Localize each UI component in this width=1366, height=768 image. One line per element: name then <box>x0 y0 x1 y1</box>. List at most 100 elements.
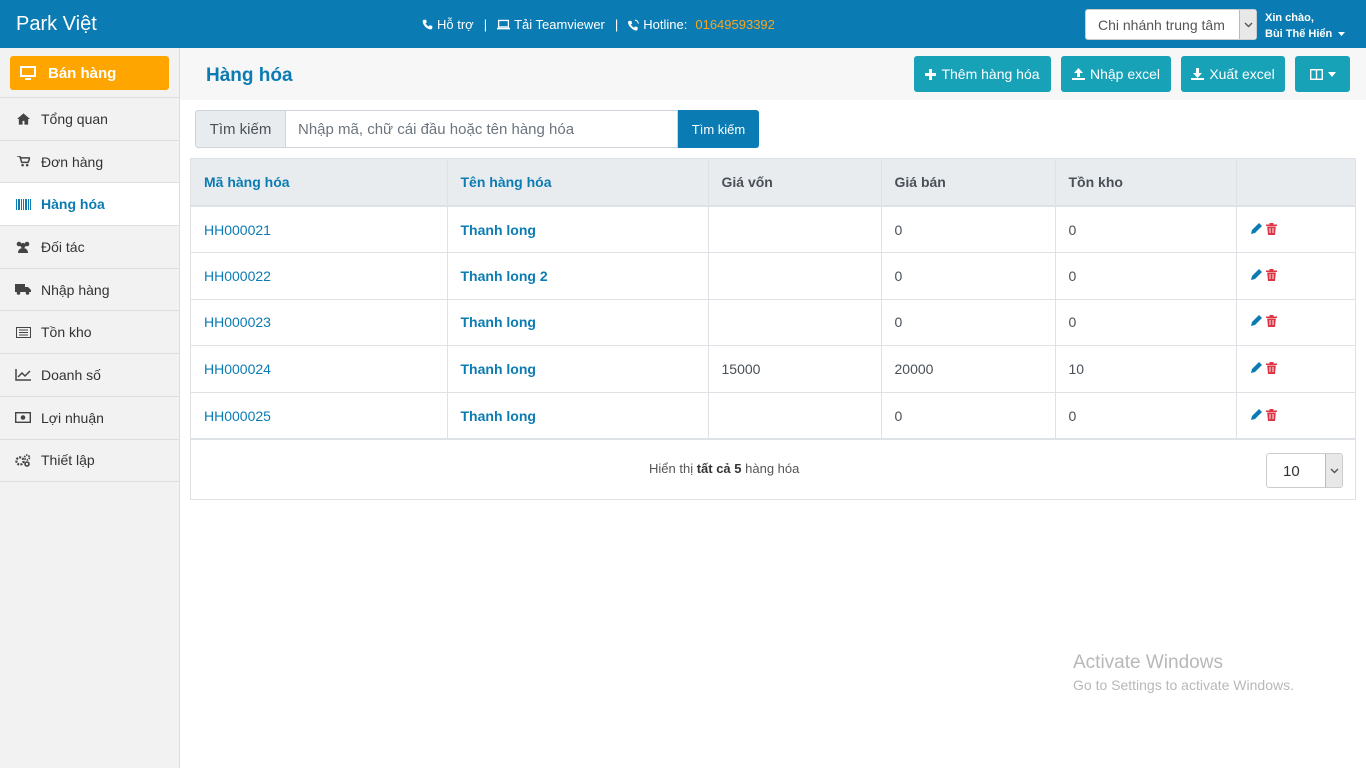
support-link[interactable]: Hỗ trợ <box>422 17 474 32</box>
product-cost <box>708 392 882 439</box>
sell-button[interactable]: Bán hàng <box>10 56 169 90</box>
product-stock: 0 <box>1055 392 1237 439</box>
search-bar: Tìm kiếm Tìm kiếm <box>195 110 759 148</box>
users-icon <box>15 241 31 253</box>
product-code[interactable]: HH000022 <box>191 252 448 300</box>
column-header-code[interactable]: Mã hàng hóa <box>191 159 448 207</box>
summary-suffix: hàng hóa <box>745 461 800 476</box>
products-table: Mã hàng hóa Tên hàng hóa Giá vốn Giá bán… <box>191 159 1355 439</box>
product-code[interactable]: HH000023 <box>191 299 448 346</box>
barcode-icon <box>15 198 31 210</box>
teamviewer-link[interactable]: Tải Teamviewer <box>497 17 605 32</box>
hotline-label: Hotline: <box>643 17 688 32</box>
trash-icon[interactable] <box>1265 361 1277 377</box>
sidebar-item-label: Tồn kho <box>41 324 92 341</box>
product-stock: 0 <box>1055 299 1237 346</box>
row-actions <box>1236 253 1355 300</box>
sidebar-item-sales[interactable]: Doanh số <box>0 354 179 397</box>
export-excel-button[interactable]: Xuất excel <box>1181 56 1285 92</box>
caret-down-icon <box>1338 32 1346 36</box>
sidebar-item-label: Đơn hàng <box>41 153 104 170</box>
product-name[interactable]: Thanh long <box>447 345 709 393</box>
separator: | <box>483 17 488 32</box>
sidebar-item-label: Doanh số <box>41 366 101 383</box>
product-cost <box>708 206 882 253</box>
sidebar-item-inventory[interactable]: Tồn kho <box>0 311 179 355</box>
product-stock: 0 <box>1055 206 1237 253</box>
support-label: Hỗ trợ <box>437 17 474 32</box>
sidebar-item-label: Nhập hàng <box>41 281 110 298</box>
sidebar-item-orders[interactable]: Đơn hàng <box>0 141 179 184</box>
watermark-subtitle: Go to Settings to activate Windows. <box>1073 677 1294 693</box>
list-icon <box>15 326 31 338</box>
column-header-actions <box>1236 159 1355 207</box>
table-row: HH000023 Thanh long 0 0 <box>191 299 1355 346</box>
line-chart-icon <box>15 368 31 381</box>
hotline: Hotline: 01649593392 <box>628 17 775 32</box>
sidebar-item-label: Lợi nhuận <box>41 409 104 426</box>
trash-icon[interactable] <box>1265 268 1277 284</box>
download-icon <box>1191 68 1205 80</box>
sidebar-item-import[interactable]: Nhập hàng <box>0 269 179 312</box>
product-name[interactable]: Thanh long <box>447 392 709 439</box>
hotline-number[interactable]: 01649593392 <box>695 17 775 32</box>
trash-icon[interactable] <box>1265 222 1277 238</box>
import-excel-button[interactable]: Nhập excel <box>1061 56 1171 92</box>
sidebar-item-profit[interactable]: Lợi nhuận <box>0 397 179 440</box>
product-name[interactable]: Thanh long 2 <box>447 252 709 300</box>
trash-icon[interactable] <box>1265 408 1277 424</box>
sidebar-item-label: Hàng hóa <box>41 196 105 213</box>
row-actions <box>1236 346 1355 393</box>
search-label: Tìm kiếm <box>195 110 286 148</box>
sidebar-item-overview[interactable]: Tổng quan <box>0 98 179 141</box>
results-summary: Hiển thị tất cả 5 hàng hóa <box>649 461 799 476</box>
row-actions <box>1236 392 1355 439</box>
pencil-icon[interactable] <box>1250 314 1262 330</box>
user-menu[interactable]: Xin chào, Bùi Thế Hiển <box>1265 10 1346 42</box>
product-cost <box>708 252 882 300</box>
trash-icon[interactable] <box>1265 314 1277 330</box>
product-stock: 10 <box>1055 345 1237 393</box>
cogs-icon <box>15 454 31 467</box>
sidebar-item-partners[interactable]: Đối tác <box>0 226 179 269</box>
phone-volume-icon <box>628 19 640 30</box>
sidebar-item-label: Thiết lập <box>41 452 95 469</box>
products-table-container: Mã hàng hóa Tên hàng hóa Giá vốn Giá bán… <box>190 158 1356 500</box>
add-product-button[interactable]: Thêm hàng hóa <box>914 56 1051 92</box>
summary-prefix: Hiển thị <box>649 461 694 476</box>
search-input[interactable] <box>286 110 678 148</box>
greeting: Xin chào, <box>1265 12 1314 24</box>
product-code[interactable]: HH000025 <box>191 392 448 439</box>
pencil-icon[interactable] <box>1250 222 1262 238</box>
top-navbar: Park Việt Hỗ trợ | Tải Teamviewer | Hotl… <box>0 0 1366 48</box>
product-cost: 15000 <box>708 345 882 393</box>
phone-icon <box>422 19 433 30</box>
search-button[interactable]: Tìm kiếm <box>678 110 759 148</box>
product-code[interactable]: HH000024 <box>191 345 448 393</box>
brand-logo[interactable]: Park Việt <box>16 13 97 36</box>
pencil-icon[interactable] <box>1250 268 1262 284</box>
laptop-icon <box>497 19 511 30</box>
sidebar-item-label: Tổng quan <box>41 110 108 127</box>
product-name[interactable]: Thanh long <box>447 299 709 346</box>
user-name: Bùi Thế Hiển <box>1265 28 1333 40</box>
column-header-name[interactable]: Tên hàng hóa <box>447 159 709 207</box>
row-actions <box>1236 299 1355 346</box>
pencil-icon[interactable] <box>1250 408 1262 424</box>
page-size-value: 10 <box>1283 463 1300 480</box>
content-header: Hàng hóa Thêm hàng hóa Nhập excel Xuất e… <box>180 48 1366 100</box>
product-name[interactable]: Thanh long <box>447 206 709 253</box>
sell-button-label: Bán hàng <box>48 64 117 82</box>
sidebar-item-settings[interactable]: Thiết lập <box>0 440 179 483</box>
sidebar-item-products[interactable]: Hàng hóa <box>0 183 179 227</box>
row-actions <box>1236 206 1355 253</box>
branch-select[interactable]: Chi nhánh trung tâm <box>1085 9 1257 40</box>
watermark-title: Activate Windows <box>1073 652 1223 673</box>
column-header-cost: Giá vốn <box>708 159 882 207</box>
column-toggle-button[interactable] <box>1295 56 1350 92</box>
summary-count: tất cả 5 <box>696 461 742 476</box>
page-size-select[interactable]: 10 <box>1266 453 1343 488</box>
pencil-icon[interactable] <box>1250 361 1262 377</box>
product-code[interactable]: HH000021 <box>191 206 448 253</box>
table-row: HH000025 Thanh long 0 0 <box>191 392 1355 439</box>
